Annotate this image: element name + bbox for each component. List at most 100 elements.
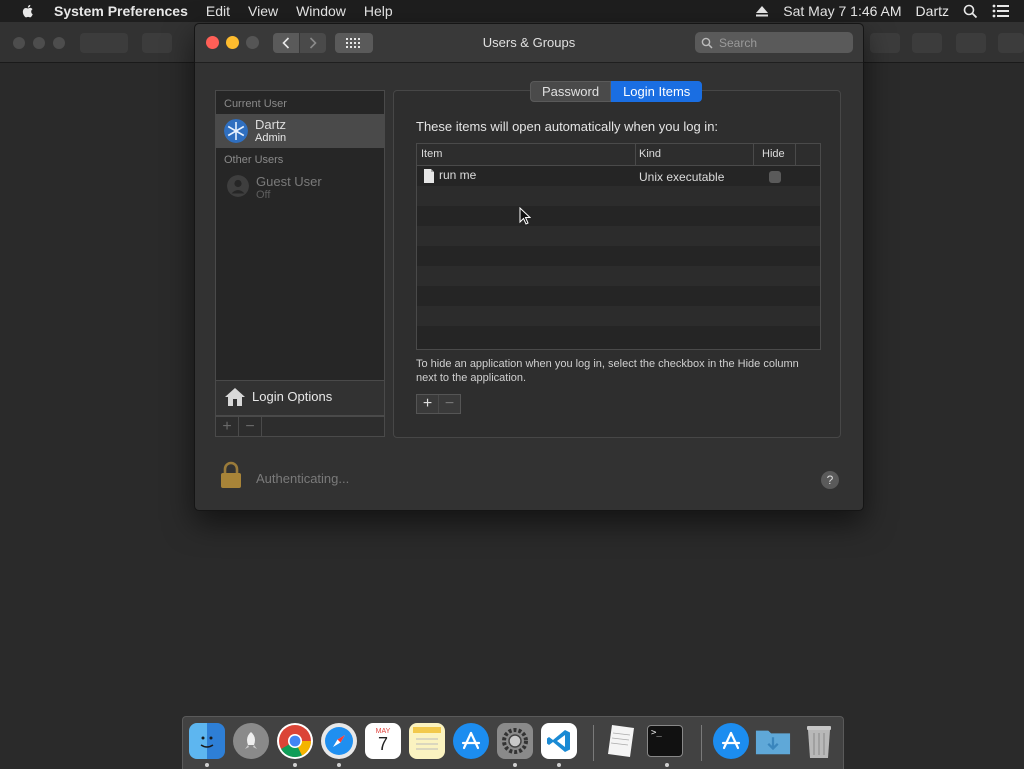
bg-minimize-button[interactable] [33, 37, 45, 49]
app-menu[interactable]: System Preferences [54, 3, 188, 19]
login-item-add-remove-controls: + − [416, 394, 461, 414]
app-store-a-icon [461, 731, 481, 750]
launchpad-icon[interactable] [233, 723, 269, 759]
table-row-empty [417, 186, 820, 206]
safari-icon[interactable] [321, 723, 357, 759]
add-login-item-button[interactable]: + [417, 395, 439, 413]
terminal-icon[interactable]: >_ [647, 725, 683, 757]
table-header: Item Kind Hide [417, 144, 820, 166]
notes-icon[interactable] [409, 723, 445, 759]
app-store-alt-icon[interactable] [713, 723, 749, 759]
search-input[interactable] [717, 34, 849, 51]
hide-checkbox[interactable] [769, 171, 781, 183]
table-row-empty [417, 326, 820, 346]
running-indicator [293, 763, 297, 767]
table-row-empty [417, 226, 820, 246]
column-kind[interactable]: Kind [639, 148, 661, 160]
menubar-user[interactable]: Dartz [916, 3, 949, 19]
bg-new-tab-button[interactable] [998, 33, 1024, 53]
trash-can-icon [807, 726, 831, 758]
finder-face-icon [200, 736, 214, 748]
sidebar-add-remove-controls: + − [215, 416, 385, 437]
add-user-button[interactable]: + [216, 417, 239, 436]
bg-download-button[interactable] [870, 33, 900, 53]
column-divider [753, 144, 754, 165]
system-preferences-icon[interactable] [497, 723, 533, 759]
login-options-label: Login Options [252, 389, 333, 404]
help-button[interactable]: ? [821, 471, 839, 489]
guest-user-row[interactable]: Guest User Off [216, 169, 384, 203]
compass-icon [325, 727, 353, 755]
bg-close-button[interactable] [13, 37, 25, 49]
apple-icon[interactable] [20, 3, 36, 19]
item-kind: Unix executable [639, 170, 725, 184]
login-options-row[interactable]: Login Options [215, 380, 385, 416]
users-sidebar: Current User Dartz Admin Other Users Gue… [215, 90, 385, 382]
remove-login-item-button[interactable]: − [439, 395, 460, 413]
auth-status: Authenticating... [256, 471, 350, 486]
chrome-icon[interactable] [277, 723, 313, 759]
tab-login-items[interactable]: Login Items [611, 81, 703, 102]
bg-sidebar-toggle-button[interactable] [142, 33, 172, 53]
finder-icon[interactable] [189, 723, 225, 759]
menu-edit[interactable]: Edit [206, 3, 230, 19]
eject-icon[interactable] [755, 5, 769, 17]
running-indicator [205, 763, 209, 767]
table-row-empty [417, 306, 820, 326]
bg-nav-buttons[interactable] [80, 33, 128, 53]
menu-window[interactable]: Window [296, 3, 346, 19]
house-icon [225, 388, 245, 406]
user-avatar-snowflake-icon [224, 119, 248, 143]
login-items-table: Item Kind Hide run me Unix executable [416, 143, 821, 350]
item-name: run me [439, 168, 477, 182]
vscode-icon[interactable] [541, 723, 577, 759]
current-user-row[interactable]: Dartz Admin [216, 114, 384, 148]
bg-zoom-button[interactable] [53, 37, 65, 49]
remove-user-button[interactable]: − [239, 417, 262, 436]
tab-bar: Password Login Items [530, 81, 703, 102]
guest-user-status: Off [256, 189, 271, 201]
column-hide[interactable]: Hide [762, 148, 785, 160]
current-user-header: Current User [224, 98, 287, 110]
tab-password[interactable]: Password [530, 81, 612, 102]
lock-icon[interactable] [220, 461, 242, 489]
table-row[interactable]: run me Unix executable [417, 166, 820, 186]
folder-download-icon [755, 730, 791, 755]
spotlight-search-icon[interactable] [963, 4, 978, 19]
hide-hint-text: To hide an application when you log in, … [416, 358, 799, 384]
title-bar: Users & Groups [195, 24, 863, 63]
downloads-folder-icon[interactable] [755, 723, 791, 759]
app-store-a-icon [721, 731, 741, 750]
calendar-icon[interactable]: MAY 7 [365, 723, 401, 759]
document-pen-icon [608, 725, 634, 757]
table-row-empty [417, 246, 820, 266]
current-user-name: Dartz [255, 117, 287, 132]
table-row-empty [417, 206, 820, 226]
clock[interactable]: Sat May 7 1:46 AM [783, 3, 901, 19]
gear-icon [502, 728, 528, 754]
terminal-prompt-icon: >_ [651, 728, 662, 738]
column-divider [635, 144, 636, 165]
calendar-day: 7 [377, 733, 388, 754]
guest-user-name: Guest User [256, 174, 322, 189]
table-row-empty [417, 286, 820, 306]
dock-separator [701, 725, 702, 761]
menu-help[interactable]: Help [364, 3, 393, 19]
running-indicator [513, 763, 517, 767]
textedit-icon[interactable] [603, 723, 639, 759]
notes-lines-icon [413, 727, 441, 750]
notification-center-icon[interactable] [992, 4, 1010, 18]
app-store-icon[interactable] [453, 723, 489, 759]
other-users-header: Other Users [224, 154, 284, 166]
trash-icon[interactable] [801, 723, 837, 759]
rocket-icon [245, 732, 257, 749]
bg-share-button[interactable] [912, 33, 942, 53]
search-field[interactable] [695, 32, 853, 53]
running-indicator [557, 763, 561, 767]
running-indicator [665, 763, 669, 767]
bg-tabs-button[interactable] [956, 33, 986, 53]
column-item[interactable]: Item [421, 148, 442, 160]
menu-view[interactable]: View [248, 3, 278, 19]
mouse-cursor-icon [519, 207, 531, 225]
dock-separator [593, 725, 594, 761]
